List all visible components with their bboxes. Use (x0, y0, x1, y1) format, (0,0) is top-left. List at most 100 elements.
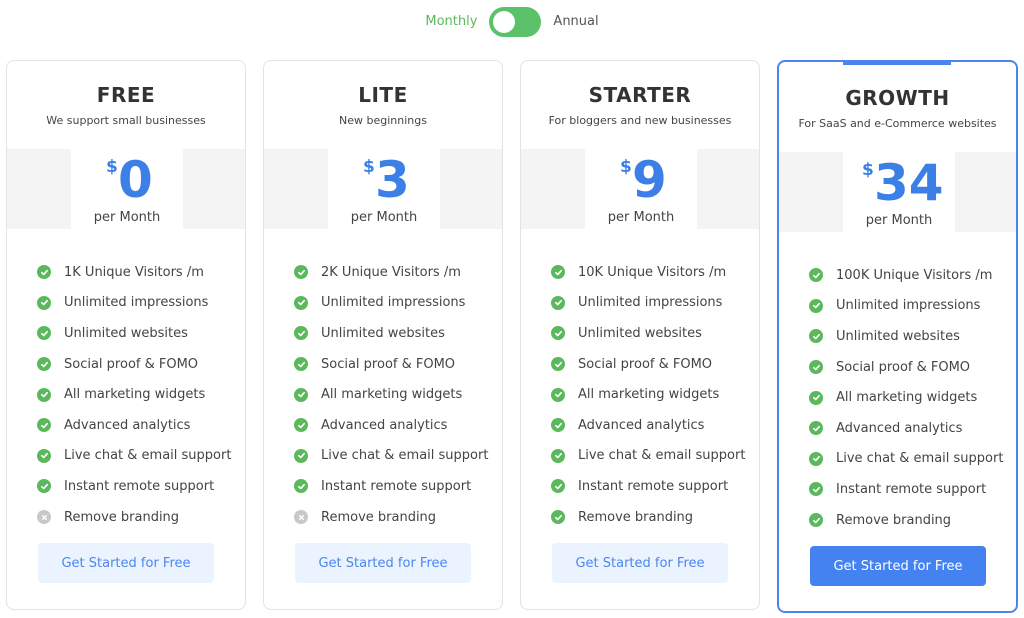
billing-toggle-switch[interactable] (489, 7, 542, 37)
feature-label: Advanced analytics (64, 417, 191, 433)
feature-item: Unlimited websites (294, 318, 492, 349)
feature-label: Unlimited websites (836, 328, 960, 344)
price-band: $ 9 per Month (521, 149, 759, 229)
plan-card-growth: GROWTH For SaaS and e-Commerce websites $… (777, 60, 1018, 613)
feature-item: Remove branding (809, 505, 1006, 536)
feature-item: Unlimited impressions (294, 288, 492, 319)
plan-name: LITE (358, 83, 408, 107)
check-circle-icon (809, 329, 823, 344)
feature-item: All marketing widgets (294, 379, 492, 410)
feature-label: Live chat & email support (836, 451, 1004, 467)
plan-description: For bloggers and new businesses (548, 114, 732, 127)
feature-item: 2K Unique Visitors /m (294, 257, 492, 288)
check-circle-icon (294, 479, 308, 494)
plan-description: We support small businesses (46, 114, 206, 127)
plan-name: GROWTH (845, 86, 950, 110)
feature-label: Live chat & email support (578, 448, 746, 464)
currency-symbol: $ (620, 157, 632, 177)
check-circle-icon (809, 360, 823, 375)
plan-description: For SaaS and e-Commerce websites (798, 117, 997, 130)
check-circle-icon (294, 357, 308, 372)
check-circle-icon (37, 387, 51, 402)
currency-symbol: $ (106, 157, 118, 177)
check-circle-icon (294, 295, 308, 310)
price-amount: 34 (874, 154, 944, 212)
check-circle-icon (809, 513, 823, 528)
price-period: per Month (607, 210, 675, 225)
feature-item: All marketing widgets (809, 382, 1006, 413)
feature-item: Remove branding (551, 502, 749, 533)
check-circle-icon (294, 326, 308, 341)
plan-description: New beginnings (339, 114, 427, 127)
check-circle-icon (294, 387, 308, 402)
feature-label: 10K Unique Visitors /m (578, 264, 727, 280)
feature-item: Live chat & email support (37, 441, 235, 472)
feature-item: Instant remote support (551, 471, 749, 502)
feature-label: 1K Unique Visitors /m (64, 264, 204, 280)
toggle-knob (493, 11, 516, 33)
feature-label: Social proof & FOMO (64, 356, 199, 372)
feature-label: Social proof & FOMO (836, 359, 971, 375)
x-circle-icon (37, 510, 51, 525)
check-circle-icon (809, 298, 823, 313)
billing-toggle-row: Monthly Annual (0, 6, 1024, 38)
check-circle-icon (551, 479, 565, 494)
feature-label: Unlimited impressions (321, 295, 466, 311)
check-circle-icon (551, 510, 565, 525)
price-amount: 3 (375, 151, 410, 209)
feature-item: Unlimited websites (551, 318, 749, 349)
feature-label: Unlimited websites (64, 325, 188, 341)
feature-label: Instant remote support (578, 478, 729, 494)
plan-name: STARTER (588, 83, 692, 107)
get-started-button-growth[interactable]: Get Started for Free (810, 546, 986, 586)
get-started-button-starter[interactable]: Get Started for Free (552, 543, 728, 583)
feature-item: Live chat & email support (551, 441, 749, 472)
price-band: $ 34 per Month (779, 152, 1016, 232)
plan-card-free: FREE We support small businesses $ 0 per … (6, 60, 246, 610)
price-period: per Month (865, 213, 933, 228)
feature-item: All marketing widgets (551, 379, 749, 410)
feature-item: Unlimited websites (37, 318, 235, 349)
feature-item: All marketing widgets (37, 379, 235, 410)
price-period: per Month (350, 210, 418, 225)
check-circle-icon (809, 451, 823, 466)
feature-label: Instant remote support (836, 481, 987, 497)
check-circle-icon (37, 265, 51, 280)
check-circle-icon (551, 326, 565, 341)
feature-label: Advanced analytics (578, 417, 705, 433)
price-amount: 9 (632, 151, 667, 209)
get-started-button-lite[interactable]: Get Started for Free (295, 543, 471, 583)
monthly-label[interactable]: Monthly (425, 6, 477, 38)
get-started-button-free[interactable]: Get Started for Free (38, 543, 214, 583)
feature-list: 100K Unique Visitors /m Unlimited impres… (809, 260, 1006, 535)
feature-label: Remove branding (836, 512, 952, 528)
check-circle-icon (551, 387, 565, 402)
check-circle-icon (37, 448, 51, 463)
feature-label: All marketing widgets (578, 387, 720, 403)
price-box: $ 0 per Month (71, 149, 183, 229)
feature-label: Instant remote support (64, 478, 215, 494)
feature-item: Live chat & email support (294, 441, 492, 472)
feature-item: Live chat & email support (809, 444, 1006, 475)
annual-label[interactable]: Annual (553, 6, 598, 38)
check-circle-icon (551, 357, 565, 372)
feature-label: Advanced analytics (321, 417, 448, 433)
feature-item: Unlimited impressions (551, 288, 749, 319)
check-circle-icon (551, 448, 565, 463)
check-circle-icon (37, 357, 51, 372)
check-circle-icon (294, 418, 308, 433)
feature-item: Advanced analytics (809, 413, 1006, 444)
price-box: $ 3 per Month (328, 149, 440, 229)
feature-item: Advanced analytics (551, 410, 749, 441)
feature-item: Remove branding (294, 502, 492, 533)
feature-label: 100K Unique Visitors /m (836, 267, 993, 283)
check-circle-icon (37, 295, 51, 310)
feature-label: Remove branding (64, 509, 180, 525)
feature-label: Live chat & email support (321, 448, 489, 464)
x-circle-icon (294, 510, 308, 525)
feature-list: 10K Unique Visitors /m Unlimited impress… (551, 257, 749, 532)
feature-label: Social proof & FOMO (578, 356, 713, 372)
feature-item: Advanced analytics (37, 410, 235, 441)
check-circle-icon (809, 390, 823, 405)
feature-label: Live chat & email support (64, 448, 232, 464)
